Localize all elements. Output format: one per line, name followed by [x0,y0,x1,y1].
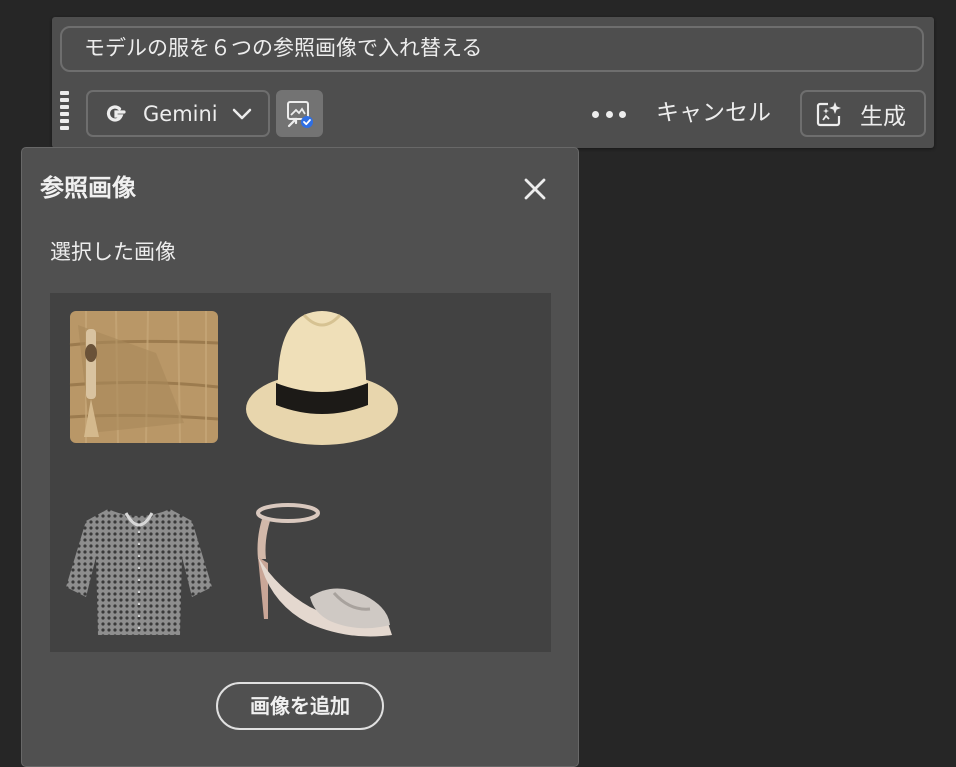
generate-button[interactable]: 生成 [800,90,926,137]
close-icon[interactable] [522,176,548,202]
reference-images-panel: 参照画像 選択した画像 画像を追加 [21,147,579,767]
add-image-button[interactable]: 画像を追加 [216,682,384,730]
more-options-icon[interactable] [592,101,626,127]
straw-bag-image[interactable] [66,305,222,450]
sparkle-image-icon [816,101,841,126]
chevron-down-icon [232,108,251,119]
sandal-image[interactable] [238,499,408,647]
prompt-toolbar: モデルの服を６つの参照画像で入れ替える Gemini キャンセル 生成 [52,17,934,148]
reference-image-toggle-button[interactable] [276,90,323,137]
drag-handle-icon[interactable] [60,91,70,137]
cancel-button[interactable]: キャンセル [650,93,777,133]
google-g-icon [106,104,126,122]
panel-title: 参照画像 [40,174,136,202]
model-select-label: Gemini [143,101,218,126]
model-select-dropdown[interactable]: Gemini [86,90,270,137]
selected-images-grid [50,293,551,652]
panama-hat-image[interactable] [242,301,402,451]
selected-images-label: 選択した画像 [50,240,176,264]
reference-image-icon [286,100,313,128]
blouse-image[interactable] [64,501,214,641]
prompt-input[interactable]: モデルの服を６つの参照画像で入れ替える [60,26,924,72]
generate-label: 生成 [860,103,906,130]
